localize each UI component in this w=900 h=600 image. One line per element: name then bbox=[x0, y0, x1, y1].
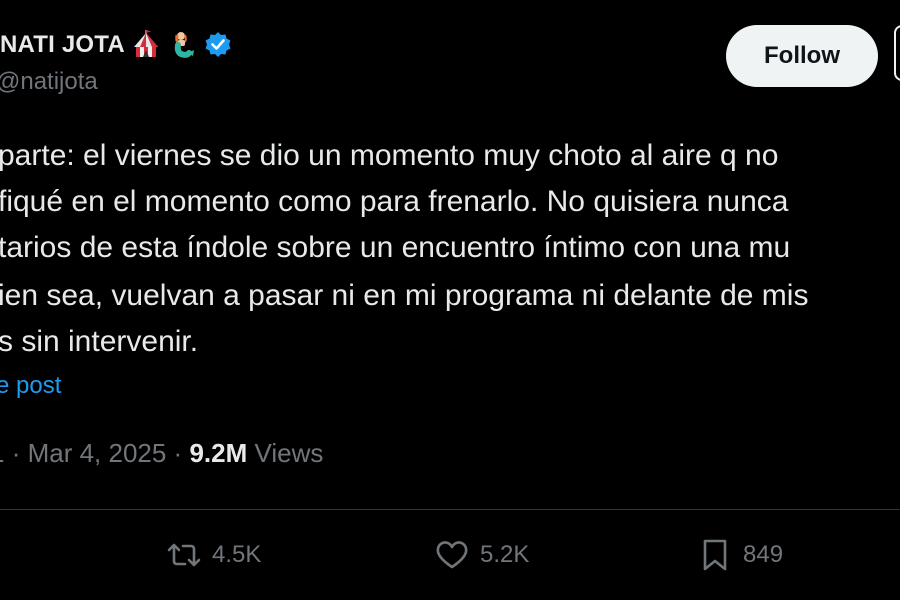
tweet-text-line: tarios de esta índole sobre un encuentro… bbox=[0, 231, 791, 264]
repost-icon bbox=[167, 543, 201, 567]
views-label: Views bbox=[254, 438, 324, 468]
display-name[interactable]: NATI JOTA bbox=[0, 31, 125, 59]
mermaid-icon bbox=[174, 32, 194, 58]
heart-icon bbox=[436, 541, 468, 569]
tweet-text-line: ien sea, vuelvan a pasar ni en mi progra… bbox=[0, 279, 809, 312]
meta-separator: · bbox=[166, 438, 190, 468]
like-button[interactable]: 5.2K bbox=[434, 533, 529, 577]
tweet-text-line: parte: el viernes se dio un momento muy … bbox=[0, 139, 779, 172]
tweet-text-line: fiqué en el momento como para frenarlo. … bbox=[0, 185, 789, 218]
views-count[interactable]: 9.2M bbox=[189, 438, 247, 468]
follow-button[interactable]: Follow bbox=[726, 25, 878, 87]
divider bbox=[0, 509, 900, 510]
tweet-meta: 1 · Mar 4, 2025 · 9.2M Views bbox=[0, 438, 323, 469]
tweet-text-line: s sin intervenir. bbox=[0, 325, 199, 358]
more-options-button[interactable] bbox=[894, 25, 900, 81]
repost-button[interactable]: 4.5K bbox=[166, 533, 261, 577]
meta-separator: · bbox=[4, 438, 28, 468]
bookmark-button[interactable]: 849 bbox=[697, 533, 783, 577]
bookmark-icon bbox=[703, 539, 727, 571]
like-count: 5.2K bbox=[480, 541, 530, 568]
repost-count: 4.5K bbox=[212, 541, 262, 568]
tweet-date[interactable]: Mar 4, 2025 bbox=[28, 438, 167, 468]
post-link[interactable]: e post bbox=[0, 372, 61, 400]
verified-badge-icon[interactable] bbox=[203, 30, 233, 60]
circus-tent-icon bbox=[133, 30, 158, 57]
bookmark-count: 849 bbox=[743, 541, 784, 568]
user-name-row[interactable]: NATI JOTA bbox=[0, 28, 233, 62]
user-handle[interactable]: @natijota bbox=[0, 68, 98, 96]
